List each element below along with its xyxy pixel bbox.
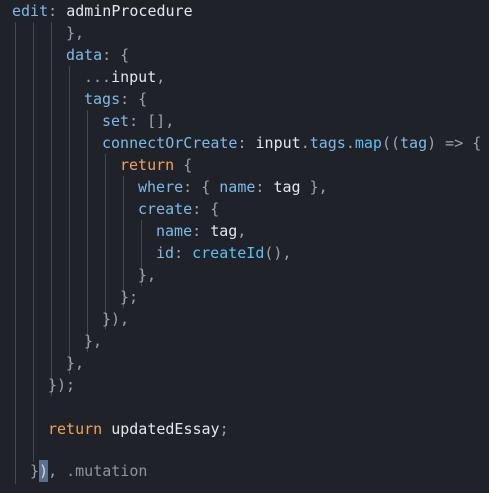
code-token: : [174, 244, 193, 262]
code-token: : [192, 222, 211, 240]
indent-guide [69, 66, 70, 374]
code-token: create [138, 200, 193, 218]
code-line: where: { name: tag }, [138, 176, 328, 198]
code-token: : { [102, 46, 130, 64]
code-token: }, [138, 266, 157, 284]
code-token: ; [219, 420, 229, 438]
code-token: input [255, 134, 301, 152]
code-line: set: [], [102, 110, 174, 132]
code-token: : [], [129, 112, 175, 130]
code-token: , [48, 462, 67, 480]
code-token: where [138, 178, 184, 196]
indent-guide [51, 22, 52, 396]
code-token: tag [400, 134, 428, 152]
code-token: } [30, 462, 40, 480]
code-token: tags [309, 134, 346, 152]
code-token: ... [84, 68, 112, 86]
code-line: }), [102, 308, 129, 330]
code-token: tags [84, 90, 121, 108]
code-line: }; [120, 286, 138, 308]
code-token: . [345, 134, 355, 152]
code-token: data [66, 46, 103, 64]
indent-guide [87, 110, 88, 352]
code-token: : [237, 134, 256, 152]
code-token: updatedEssay [111, 420, 220, 438]
code-token: name [156, 222, 193, 240]
code-token: . [300, 134, 310, 152]
code-line: return updatedEssay; [48, 418, 229, 440]
code-token: }; [120, 288, 139, 306]
code-token: createId [192, 244, 265, 262]
code-token: edit [12, 2, 49, 20]
code-token: (), [264, 244, 292, 262]
code-line: }); [48, 374, 75, 396]
code-token: return [120, 156, 175, 174]
code-token: name [219, 178, 256, 196]
code-token: return [48, 420, 103, 438]
code-line: connectOrCreate: input.tags.map((tag) =>… [102, 132, 481, 154]
code-token: }), [102, 310, 130, 328]
indent-guide [105, 154, 106, 330]
code-line: }, [66, 22, 84, 44]
code-token: { [174, 156, 193, 174]
code-token: : { [120, 90, 148, 108]
code-token: (( [381, 134, 401, 152]
code-token: , [237, 222, 247, 240]
code-token: : [48, 2, 67, 20]
indent-guide [15, 22, 16, 484]
code-token: }); [48, 376, 76, 394]
code-line: tags: { [84, 88, 147, 110]
code-token: : [255, 178, 274, 196]
code-line: id: createId(), [156, 242, 291, 264]
code-line: }, [138, 264, 156, 286]
code-token: , [156, 68, 166, 86]
text-cursor: ) [39, 460, 49, 482]
code-token: : { [192, 200, 220, 218]
code-token: adminProcedure [66, 2, 193, 20]
code-token: set [102, 112, 130, 130]
code-line: edit: adminProcedure [12, 0, 193, 22]
code-line: return { [120, 154, 192, 176]
code-line: }), .mutation [30, 460, 147, 482]
code-line: ...input, [84, 66, 165, 88]
code-line: }, [84, 330, 102, 352]
code-line: create: { [138, 198, 219, 220]
code-token: connectOrCreate [102, 134, 238, 152]
indent-guide [33, 22, 34, 462]
code-token: : { [183, 178, 220, 196]
code-token: id [156, 244, 175, 262]
code-line: name: tag, [156, 220, 246, 242]
code-token: }, [66, 24, 85, 42]
code-token: }, [84, 332, 103, 350]
code-token: tag [273, 178, 301, 196]
code-token: }, [300, 178, 328, 196]
code-token: ) => { [427, 134, 482, 152]
code-token: }, [66, 354, 85, 372]
code-line: }, [66, 352, 84, 374]
code-token: input [111, 68, 157, 86]
code-token: tag [210, 222, 238, 240]
code-token: .mutation [66, 462, 148, 480]
code-line: data: { [66, 44, 129, 66]
code-editor[interactable]: edit: adminProcedure }, data: { ...input… [0, 0, 489, 493]
code-token: map [354, 134, 382, 152]
